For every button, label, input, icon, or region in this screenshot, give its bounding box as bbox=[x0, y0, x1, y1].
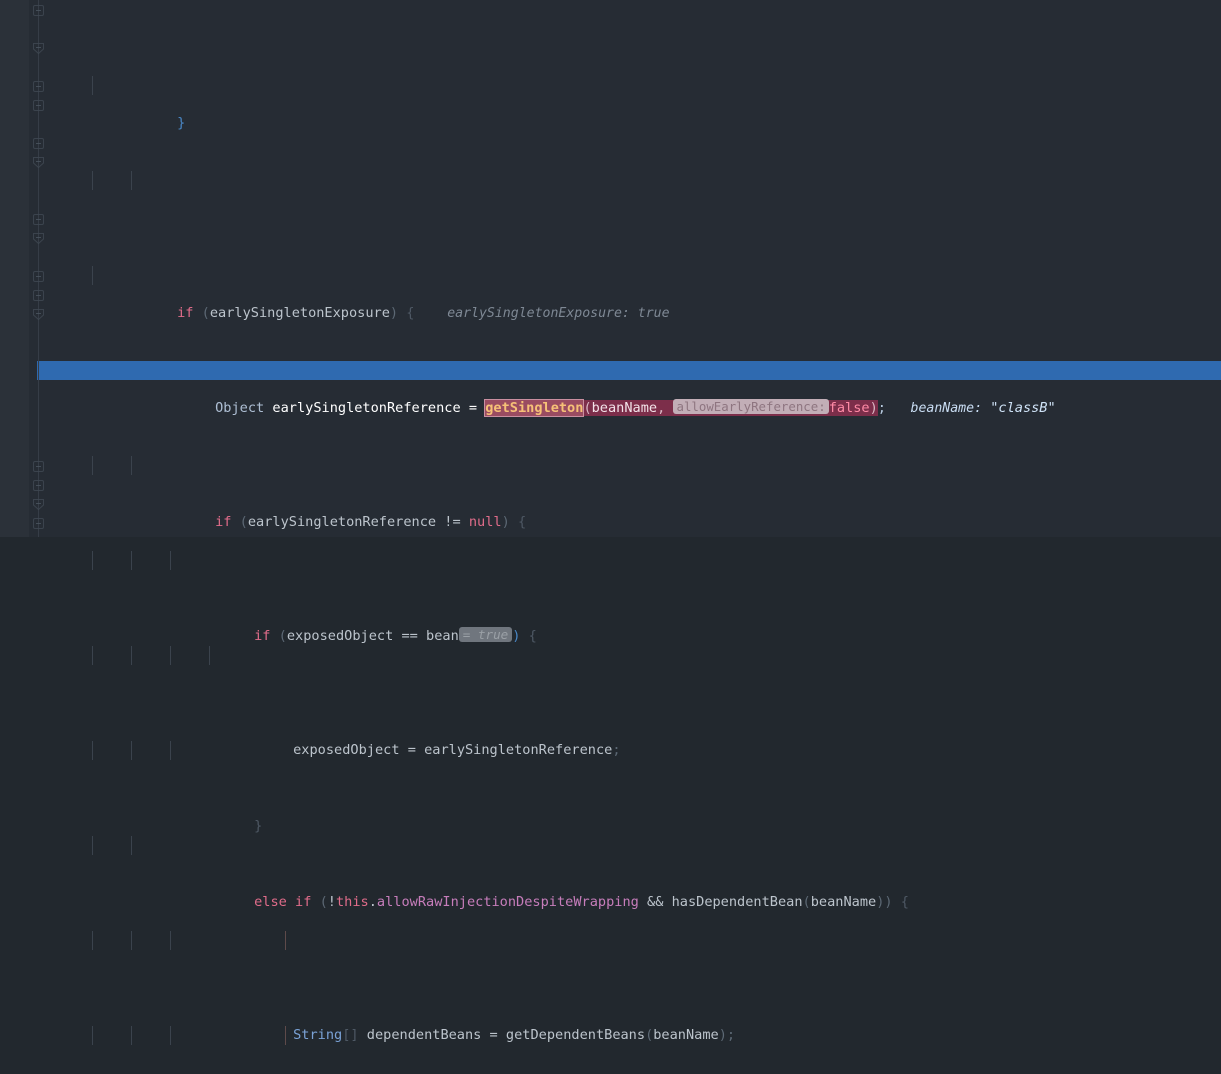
token-keyword-null: null bbox=[468, 514, 502, 530]
token-identifier: bean bbox=[426, 628, 459, 644]
editor-gutter[interactable] bbox=[0, 0, 29, 537]
token-keyword-else: else bbox=[254, 894, 287, 910]
token-brace: } bbox=[177, 115, 186, 131]
fold-expand-icon[interactable] bbox=[33, 233, 44, 244]
code-surface[interactable]: } if (earlySingletonExposure) { earlySin… bbox=[0, 0, 1221, 1045]
code-line[interactable]: } bbox=[0, 741, 1221, 834]
fold-collapse-icon[interactable] bbox=[33, 271, 44, 282]
code-line[interactable]: String[] dependentBeans = getDependentBe… bbox=[0, 931, 1221, 1043]
token-keyword-if: if bbox=[254, 628, 271, 644]
token-type-object: Object bbox=[215, 400, 265, 416]
token-keyword-if: if bbox=[295, 894, 312, 910]
token-method: hasDependentBean bbox=[671, 894, 803, 910]
fold-collapse-icon[interactable] bbox=[33, 214, 44, 225]
token-brace: } bbox=[254, 818, 263, 834]
fold-collapse-icon[interactable] bbox=[33, 81, 44, 92]
inline-hint-name: beanName: bbox=[910, 401, 983, 416]
code-line[interactable]: } bbox=[0, 76, 1221, 131]
fold-collapse-icon[interactable] bbox=[33, 5, 44, 16]
code-line[interactable]: if (exposedObject == bean = true) { bbox=[0, 551, 1221, 644]
fold-collapse-icon[interactable] bbox=[33, 100, 44, 111]
fold-collapse-icon[interactable] bbox=[33, 518, 44, 529]
code-editor[interactable]: } if (earlySingletonExposure) { earlySin… bbox=[0, 0, 1221, 1045]
code-line[interactable]: if (earlySingletonExposure) { earlySingl… bbox=[0, 266, 1221, 321]
code-line-selected[interactable]: Object earlySingletonReference = getSing… bbox=[0, 361, 1221, 417]
fold-expand-icon[interactable] bbox=[33, 43, 44, 54]
token-keyword-if: if bbox=[215, 514, 232, 530]
fold-collapse-icon[interactable] bbox=[33, 480, 44, 491]
fold-collapse-icon[interactable] bbox=[33, 290, 44, 301]
call-arguments-band: (beanName, allowEarlyReference: false) bbox=[583, 399, 878, 416]
code-line[interactable]: exposedObject = earlySingletonReference; bbox=[0, 646, 1221, 758]
token-keyword-if: if bbox=[177, 305, 194, 321]
code-line[interactable]: else if (!this.allowRawInjectionDespiteW… bbox=[0, 836, 1221, 910]
debugger-value-chip: = true bbox=[458, 627, 513, 642]
code-line[interactable] bbox=[0, 171, 1221, 190]
fold-expand-icon[interactable] bbox=[33, 157, 44, 168]
token-identifier: earlySingletonReference bbox=[272, 400, 461, 416]
code-line[interactable]: if (earlySingletonReference != null) { bbox=[0, 456, 1221, 530]
parameter-name-hint: allowEarlyReference: bbox=[673, 399, 829, 414]
token-identifier: earlySingletonReference bbox=[247, 514, 437, 530]
inline-hint-value: "classB" bbox=[990, 400, 1056, 416]
code-line[interactable]: Set<String> actualDependentBeans = new L… bbox=[0, 1026, 1221, 1045]
search-match-highlight: getSingleton bbox=[484, 399, 585, 417]
token-identifier: exposedObject bbox=[286, 628, 394, 644]
fold-expand-icon[interactable] bbox=[33, 499, 44, 510]
token-field: allowRawInjectionDespiteWrapping bbox=[376, 894, 639, 910]
fold-collapse-icon[interactable] bbox=[33, 461, 44, 472]
inline-hint: earlySingletonExposure: true bbox=[447, 306, 670, 321]
fold-expand-icon[interactable] bbox=[33, 309, 44, 320]
token-identifier: earlySingletonExposure bbox=[209, 305, 390, 321]
fold-collapse-icon[interactable] bbox=[33, 138, 44, 149]
